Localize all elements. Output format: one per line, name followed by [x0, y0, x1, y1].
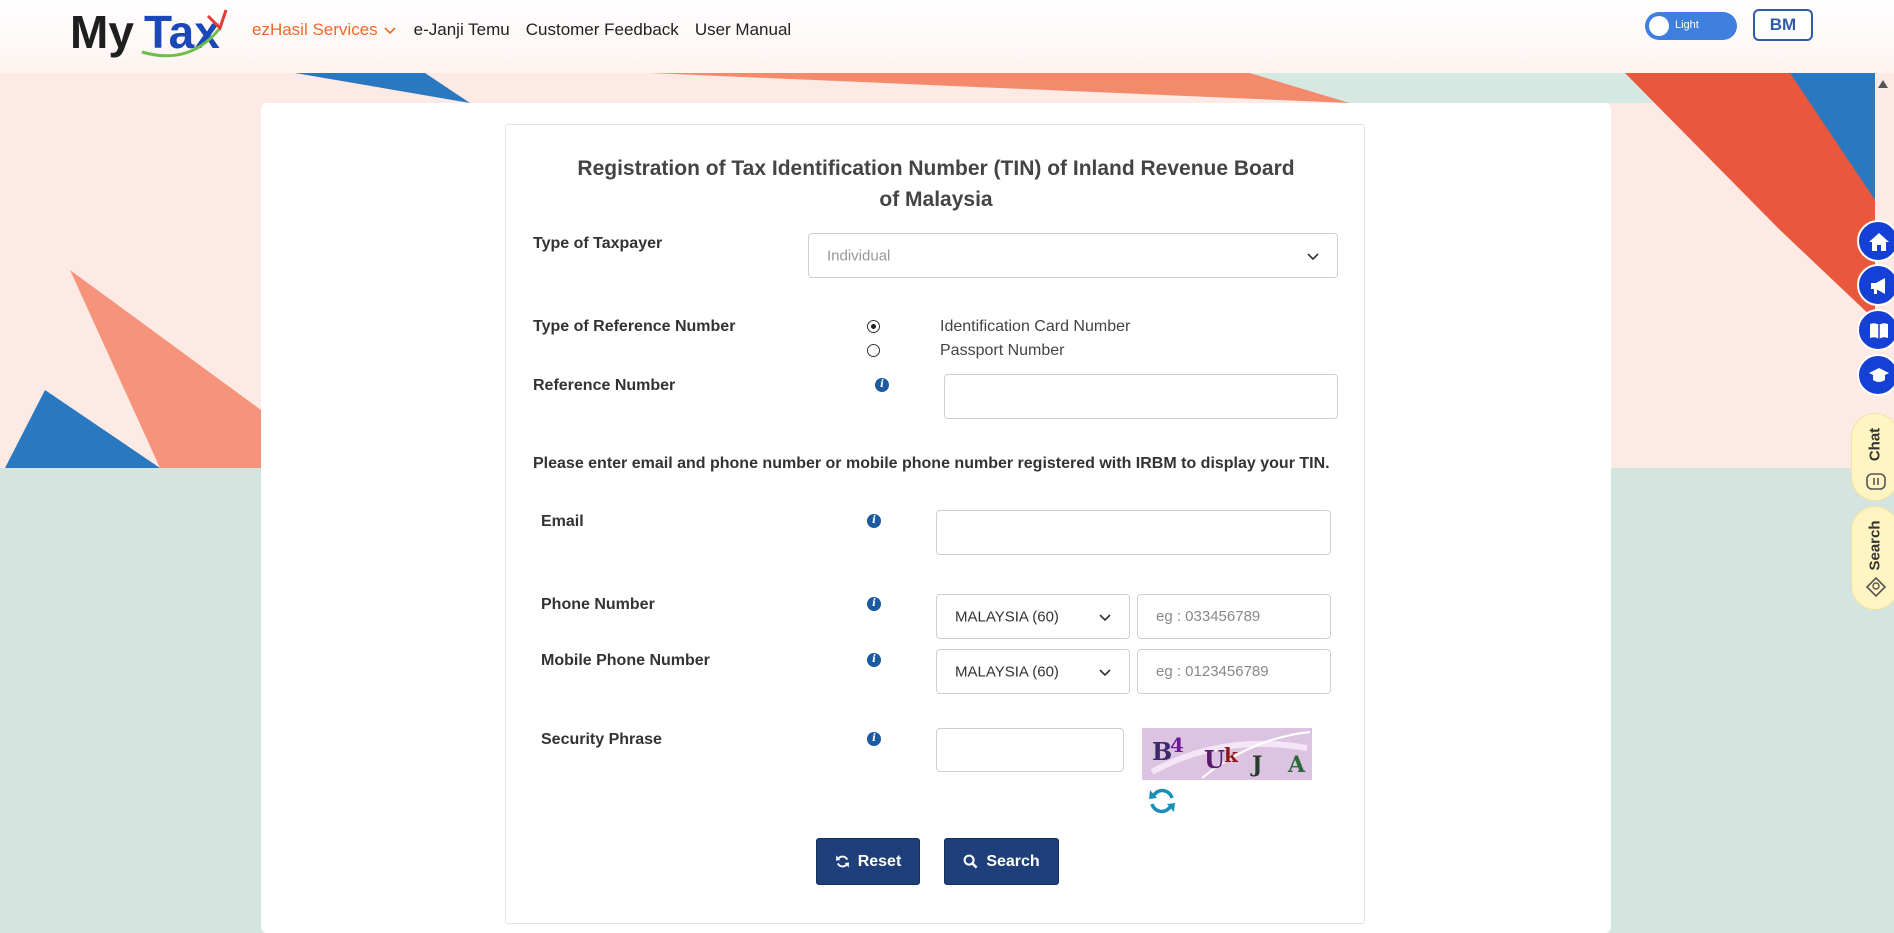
email-label: Email [541, 513, 584, 530]
top-header: My Tax ezHasil Services e-Janji Temu Cus… [0, 0, 1894, 73]
reset-button-label: Reset [857, 852, 902, 870]
theme-toggle-label: Light [1675, 19, 1699, 31]
registration-note: Please enter email and phone number or m… [533, 455, 1330, 472]
radio-passport[interactable] [867, 344, 880, 357]
search-button-label: Search [986, 852, 1040, 870]
rail-education-button[interactable] [1857, 354, 1894, 396]
nav-ezhasil-services[interactable]: ezHasil Services [252, 20, 398, 40]
search-side-button[interactable]: Search [1851, 506, 1894, 610]
home-icon [1869, 233, 1889, 251]
reference-number-input[interactable] [944, 374, 1338, 419]
book-icon [1870, 323, 1888, 339]
nav-customer-feedback[interactable]: Customer Feedback [526, 20, 679, 40]
svg-text:A: A [1287, 752, 1306, 778]
chevron-down-icon [1099, 613, 1111, 621]
nav-user-manual-label: User Manual [694, 20, 792, 39]
security-phrase-input[interactable] [936, 728, 1124, 772]
main-card: Registration of Tax Identification Numbe… [261, 103, 1611, 933]
taxpayer-type-select[interactable]: Individual [808, 233, 1338, 278]
rail-home-button[interactable] [1857, 220, 1894, 262]
search-side-label: Search [1866, 520, 1884, 571]
info-icon[interactable]: i [867, 514, 881, 528]
svg-text:My: My [70, 6, 134, 58]
radio-passport-label[interactable]: Passport Number [940, 342, 1065, 360]
tin-registration-form: Registration of Tax Identification Numbe… [505, 124, 1365, 924]
nav-ezhasil-services-label: ezHasil Services [252, 20, 378, 39]
form-title: Registration of Tax Identification Numbe… [577, 157, 1295, 211]
nav-user-manual[interactable]: User Manual [695, 20, 791, 40]
chevron-down-icon [1099, 668, 1111, 676]
theme-toggle[interactable]: Light [1645, 12, 1737, 40]
svg-text:J: J [1250, 752, 1262, 778]
svg-text:U: U [1204, 745, 1225, 774]
chat-icon [1866, 473, 1886, 490]
svg-text:4: 4 [1170, 733, 1184, 757]
mobile-country-select[interactable]: MALAYSIA (60) [936, 649, 1130, 694]
toggle-knob [1649, 16, 1669, 36]
refresh-captcha-icon[interactable] [1146, 785, 1178, 817]
graduation-cap-icon [1869, 368, 1889, 382]
chat-label: Chat [1866, 427, 1884, 462]
info-icon[interactable]: i [875, 378, 889, 392]
taxpayer-type-label: Type of Taxpayer [533, 235, 663, 252]
search-icon [963, 854, 978, 869]
megaphone-icon [1871, 278, 1885, 294]
svg-text:k: k [1224, 743, 1239, 767]
main-nav: ezHasil Services e-Janji Temu Customer F… [252, 20, 791, 40]
taxpayer-type-value: Individual [827, 247, 891, 264]
chevron-down-icon [384, 27, 396, 35]
nav-e-janji-temu[interactable]: e-Janji Temu [414, 20, 510, 40]
rail-manual-button[interactable] [1857, 309, 1894, 351]
rail-announcement-button[interactable] [1857, 264, 1894, 306]
search-button[interactable]: Search [944, 838, 1059, 885]
scroll-up-arrow[interactable] [1878, 80, 1888, 88]
mobile-number-input[interactable] [1137, 649, 1331, 694]
email-input[interactable] [936, 510, 1331, 555]
phone-number-input[interactable] [1137, 594, 1331, 639]
search-icon [1865, 576, 1887, 598]
reference-number-label: Reference Number [533, 377, 676, 394]
phone-number-label: Phone Number [541, 596, 655, 613]
nav-e-janji-temu-label: e-Janji Temu [413, 20, 510, 39]
reference-type-label: Type of Reference Number [533, 318, 736, 335]
mobile-country-value: MALAYSIA (60) [955, 663, 1059, 680]
chat-button[interactable]: Chat [1851, 413, 1894, 501]
reset-button[interactable]: Reset [816, 838, 920, 885]
info-icon[interactable]: i [867, 732, 881, 746]
info-icon[interactable]: i [867, 597, 881, 611]
chevron-down-icon [1307, 252, 1319, 260]
info-icon[interactable]: i [867, 653, 881, 667]
captcha-image: B 4 U k J A [1142, 728, 1312, 780]
radio-identification-card[interactable] [867, 320, 880, 333]
security-phrase-label: Security Phrase [541, 731, 662, 748]
radio-identification-card-label[interactable]: Identification Card Number [940, 318, 1130, 336]
mobile-number-label: Mobile Phone Number [541, 652, 710, 669]
svg-text:Tax: Tax [144, 6, 220, 58]
nav-customer-feedback-label: Customer Feedback [525, 20, 679, 39]
mytax-logo[interactable]: My Tax [70, 4, 230, 64]
phone-country-select[interactable]: MALAYSIA (60) [936, 594, 1130, 639]
refresh-icon [835, 855, 849, 868]
phone-country-value: MALAYSIA (60) [955, 608, 1059, 625]
language-button[interactable]: BM [1753, 9, 1813, 41]
